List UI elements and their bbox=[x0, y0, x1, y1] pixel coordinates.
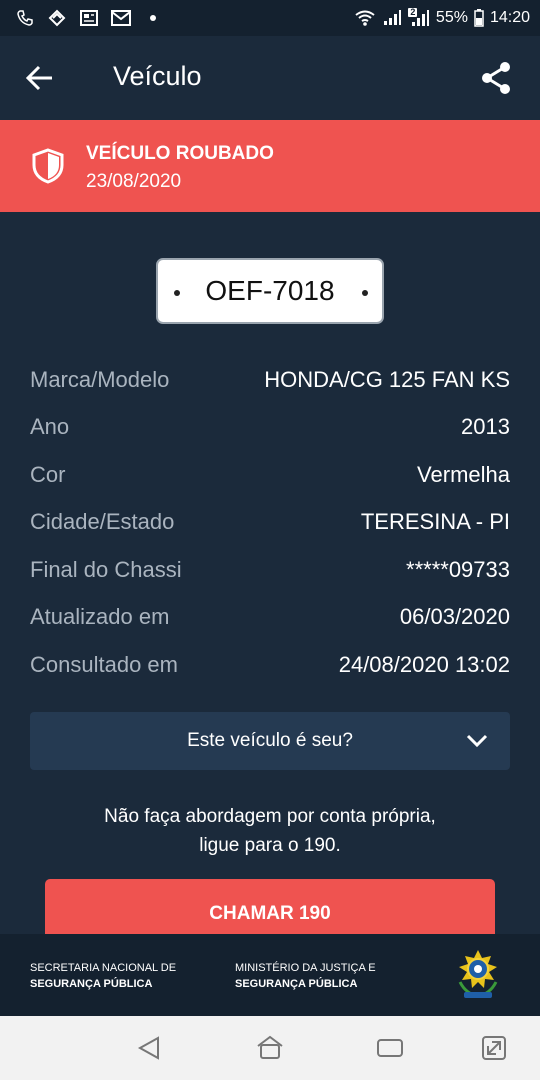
signal-icon bbox=[382, 9, 402, 27]
footer-left-line-2: SEGURANÇA PÚBLICA bbox=[30, 978, 153, 990]
detail-row: Ano 2013 bbox=[30, 410, 510, 444]
footer-right-line-2: SEGURANÇA PÚBLICA bbox=[235, 978, 358, 990]
detail-label: Ano bbox=[30, 414, 70, 439]
footer-left-line-1: SECRETARIA NACIONAL DE bbox=[30, 962, 177, 974]
signal-2-icon: 2 bbox=[407, 7, 430, 28]
app-bar: Veículo bbox=[0, 36, 540, 120]
detail-value: 24/08/2020 13:02 bbox=[338, 652, 510, 677]
detail-label: Cor bbox=[30, 462, 66, 487]
share-button[interactable] bbox=[476, 58, 516, 98]
notification-icons bbox=[14, 8, 164, 28]
detail-label: Final do Chassi bbox=[30, 557, 182, 582]
back-triangle-icon[interactable] bbox=[134, 1034, 166, 1062]
home-icon[interactable] bbox=[254, 1034, 286, 1062]
clock: 14:20 bbox=[489, 9, 530, 26]
share-icon bbox=[482, 62, 510, 94]
detail-value: *****09733 bbox=[406, 557, 510, 582]
warning-line-2: ligue para o 190. bbox=[199, 835, 341, 856]
stolen-alert-banner: VEÍCULO ROUBADO 23/08/2020 bbox=[0, 120, 540, 212]
detail-label: Marca/Modelo bbox=[30, 367, 170, 392]
recents-icon[interactable] bbox=[374, 1034, 406, 1062]
battery-icon bbox=[474, 9, 484, 27]
coat-of-arms-icon bbox=[458, 950, 498, 998]
page-title: Veículo bbox=[113, 61, 202, 91]
battery-percent: 55% bbox=[435, 9, 468, 26]
plate-bolt-right bbox=[362, 290, 368, 296]
screen-rotate-icon[interactable] bbox=[478, 1034, 510, 1062]
status-bar: 2 55% 14:20 bbox=[0, 0, 540, 36]
alert-date: 23/08/2020 bbox=[86, 171, 182, 192]
detail-label: Consultado em bbox=[30, 652, 178, 677]
footer: SECRETARIA NACIONAL DE SEGURANÇA PÚBLICA… bbox=[0, 934, 540, 1016]
detail-value: 2013 bbox=[461, 414, 510, 439]
alert-title: VEÍCULO ROUBADO bbox=[86, 143, 274, 164]
plate-number: OEF-7018 bbox=[205, 275, 335, 306]
shield-icon bbox=[32, 148, 64, 184]
detail-row: Cor Vermelha bbox=[30, 458, 510, 492]
detail-value: TERESINA - PI bbox=[360, 509, 510, 534]
detail-row: Consultado em 24/08/2020 13:02 bbox=[30, 648, 510, 682]
sim-badge: 2 bbox=[410, 7, 416, 17]
detail-label: Cidade/Estado bbox=[30, 509, 175, 534]
footer-ministerio: MINISTÉRIO DA JUSTIÇA E SEGURANÇA PÚBLIC… bbox=[235, 960, 376, 992]
detail-row: Atualizado em 06/03/2020 bbox=[30, 600, 510, 634]
owner-question-label: Este veículo é seu? bbox=[187, 730, 353, 751]
system-nav-bar bbox=[0, 1016, 540, 1080]
detail-row: Cidade/Estado TERESINA - PI bbox=[30, 505, 510, 539]
news-icon bbox=[78, 8, 100, 28]
chevron-down-icon bbox=[466, 734, 488, 748]
footer-secretaria: SECRETARIA NACIONAL DE SEGURANÇA PÚBLICA bbox=[30, 960, 176, 992]
transfer-icon bbox=[46, 8, 68, 28]
license-plate: OEF-7018 bbox=[156, 258, 384, 324]
detail-label: Atualizado em bbox=[30, 604, 170, 629]
detail-value: HONDA/CG 125 FAN KS bbox=[264, 367, 510, 392]
system-indicators: 2 55% 14:20 bbox=[354, 7, 530, 28]
dot-icon bbox=[142, 8, 164, 28]
wifi-icon bbox=[354, 9, 376, 27]
call-log-icon bbox=[14, 8, 36, 28]
detail-row: Marca/Modelo HONDA/CG 125 FAN KS bbox=[30, 363, 510, 397]
detail-value: Vermelha bbox=[417, 462, 510, 487]
plate-bolt-left bbox=[174, 290, 180, 296]
back-button[interactable] bbox=[22, 60, 58, 96]
gmail-icon bbox=[110, 8, 132, 28]
warning-line-1: Não faça abordagem por conta própria, bbox=[104, 806, 436, 827]
detail-value: 06/03/2020 bbox=[399, 604, 510, 629]
owner-question-dropdown[interactable]: Este veículo é seu? bbox=[30, 712, 510, 770]
warning-message: Não faça abordagem por conta própria, li… bbox=[0, 802, 540, 860]
footer-right-line-1: MINISTÉRIO DA JUSTIÇA E bbox=[235, 962, 376, 974]
arrow-left-icon bbox=[26, 65, 52, 91]
detail-row: Final do Chassi *****09733 bbox=[30, 553, 510, 587]
